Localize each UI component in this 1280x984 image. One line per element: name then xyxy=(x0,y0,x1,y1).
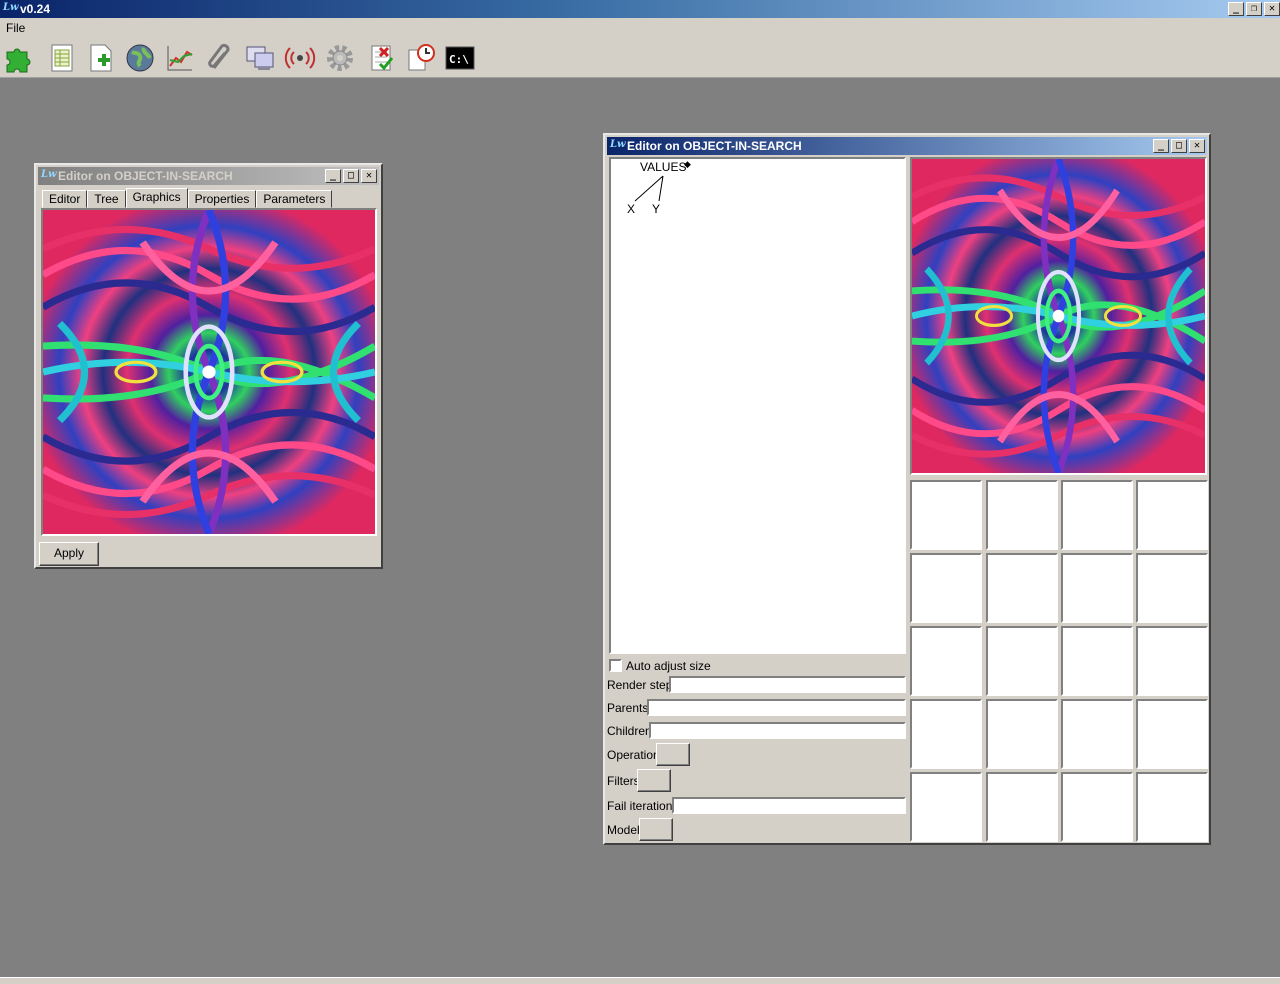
operation-label: Operation xyxy=(607,748,660,762)
broadcast-icon[interactable] xyxy=(284,42,316,74)
thumbnail-cell[interactable] xyxy=(1061,553,1133,623)
menubar: File xyxy=(0,18,1280,36)
menu-file[interactable]: File xyxy=(6,21,25,35)
chart-icon[interactable] xyxy=(164,42,196,74)
app-title: v0.24 xyxy=(20,2,51,16)
thumbnail-cell[interactable] xyxy=(986,480,1058,550)
minimize-icon[interactable]: _ xyxy=(1153,139,1169,153)
maximize-icon[interactable]: □ xyxy=(1171,139,1187,153)
tab-editor[interactable]: Editor xyxy=(42,190,88,208)
left-window-title: Editor on OBJECT-IN-SEARCH xyxy=(58,169,233,183)
clock-document-icon[interactable] xyxy=(405,42,437,74)
window-logo-icon: Lw xyxy=(41,169,57,180)
children-label: Children xyxy=(607,724,652,738)
tree-pane[interactable]: VALUES ◆ X Y xyxy=(609,157,906,654)
tree-edges xyxy=(634,175,664,202)
thumbnail-cell[interactable] xyxy=(1136,626,1208,696)
window-logo-icon: Lw xyxy=(610,139,626,150)
globe-icon[interactable] xyxy=(124,42,156,74)
children-field[interactable] xyxy=(649,722,906,739)
right-window-title: Editor on OBJECT-IN-SEARCH xyxy=(627,139,802,153)
task-check-icon[interactable] xyxy=(366,42,398,74)
node-marker-icon: ◆ xyxy=(684,159,691,169)
puzzle-icon[interactable] xyxy=(3,42,35,74)
thumbnail-cell[interactable] xyxy=(986,772,1058,842)
thumbnail-cell[interactable] xyxy=(1061,480,1133,550)
thumbnail-cell[interactable] xyxy=(910,699,982,769)
close-icon[interactable]: ✕ xyxy=(1189,139,1205,153)
graphics-render-image xyxy=(41,208,377,536)
fail-iterations-label: Fail iterations xyxy=(607,799,679,813)
monitors-icon[interactable] xyxy=(244,42,276,74)
app-titlebar: Lw v0.24 _ ❐ ✕ xyxy=(0,0,1280,18)
tree-node-y[interactable]: Y xyxy=(652,202,660,216)
thumbnail-cell[interactable] xyxy=(910,626,982,696)
tab-tree[interactable]: Tree xyxy=(87,190,126,208)
left-window-titlebar[interactable]: Lw Editor on OBJECT-IN-SEARCH _ □ ✕ xyxy=(38,167,379,185)
fail-iterations-field[interactable] xyxy=(672,797,906,814)
tree-node-root[interactable]: VALUES xyxy=(640,160,686,174)
left-editor-window: Lw Editor on OBJECT-IN-SEARCH _ □ ✕ Edit… xyxy=(34,163,383,569)
paperclip-icon[interactable] xyxy=(204,42,236,74)
thumbnail-cell[interactable] xyxy=(986,553,1058,623)
right-editor-window: Lw Editor on OBJECT-IN-SEARCH _ □ ✕ VALU… xyxy=(603,133,1211,845)
app-logo-icon: Lw xyxy=(3,2,19,13)
thumbnail-cell[interactable] xyxy=(1061,699,1133,769)
thumbnail-cell[interactable] xyxy=(986,699,1058,769)
auto-adjust-checkbox[interactable] xyxy=(609,659,622,672)
thumbnail-cell[interactable] xyxy=(1061,772,1133,842)
left-window-tabs: Editor Tree Graphics Properties Paramete… xyxy=(42,188,333,208)
thumbnail-cell[interactable] xyxy=(1136,772,1208,842)
close-icon[interactable]: ✕ xyxy=(1264,2,1280,16)
thumbnail-cell[interactable] xyxy=(910,772,982,842)
minimize-icon[interactable]: _ xyxy=(325,169,341,183)
filters-button[interactable] xyxy=(637,769,671,792)
render-step-label: Render step xyxy=(607,678,673,692)
tree-node-x[interactable]: X xyxy=(627,202,635,216)
gear-icon[interactable] xyxy=(324,42,356,74)
thumbnail-cell[interactable] xyxy=(1136,480,1208,550)
thumbnail-cell[interactable] xyxy=(1136,553,1208,623)
tab-parameters[interactable]: Parameters xyxy=(256,190,333,208)
thumbnail-cell[interactable] xyxy=(1061,626,1133,696)
status-strip xyxy=(0,977,1280,984)
operation-button[interactable] xyxy=(656,743,690,766)
parents-label: Parents xyxy=(607,701,649,715)
spreadsheet-icon[interactable] xyxy=(46,42,78,74)
thumbnail-cell[interactable] xyxy=(1136,699,1208,769)
minimize-icon[interactable]: _ xyxy=(1228,2,1244,16)
right-window-titlebar[interactable]: Lw Editor on OBJECT-IN-SEARCH _ □ ✕ xyxy=(607,137,1207,155)
apply-button[interactable]: Apply xyxy=(39,542,99,566)
close-icon[interactable]: ✕ xyxy=(361,169,377,183)
tab-graphics[interactable]: Graphics xyxy=(125,188,188,208)
svg-text:C:\: C:\ xyxy=(449,53,469,66)
maximize-icon[interactable]: □ xyxy=(343,169,359,183)
new-document-icon[interactable] xyxy=(85,42,117,74)
parents-field[interactable] xyxy=(647,699,906,716)
auto-adjust-label: Auto adjust size xyxy=(626,659,711,673)
preview-render-image[interactable] xyxy=(910,157,1207,475)
thumbnail-cell[interactable] xyxy=(910,480,982,550)
render-step-field[interactable] xyxy=(669,676,906,693)
restore-icon[interactable]: ❐ xyxy=(1246,2,1262,16)
model-button[interactable] xyxy=(639,818,673,841)
thumbnail-cell[interactable] xyxy=(910,553,982,623)
filters-label: Filters xyxy=(607,774,640,788)
thumbnail-cell[interactable] xyxy=(986,626,1058,696)
model-label: Model xyxy=(607,823,640,837)
toolbar: C:\ xyxy=(0,36,1280,78)
console-icon[interactable]: C:\ xyxy=(444,42,476,74)
tab-properties[interactable]: Properties xyxy=(187,190,257,208)
